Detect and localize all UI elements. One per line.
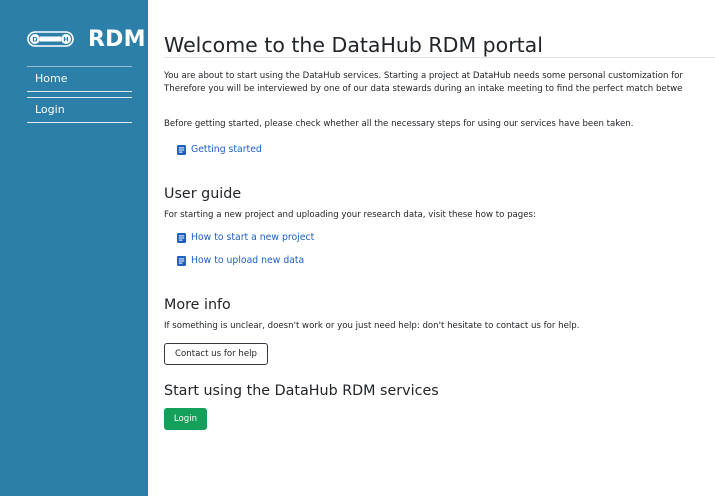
document-icon — [177, 144, 186, 155]
intro-line-2: Therefore you will be interviewed by one… — [164, 84, 683, 94]
how-to-upload-data-link[interactable]: How to upload new data — [177, 255, 304, 266]
getting-started-link[interactable]: Getting started — [177, 144, 262, 155]
how-to-start-project-link-label: How to start a new project — [191, 232, 315, 243]
main-content: Welcome to the DataHub RDM portal You ar… — [164, 0, 715, 496]
sidebar-item-login[interactable]: Login — [27, 97, 132, 123]
title-divider — [164, 57, 715, 58]
user-guide-text: For starting a new project and uploading… — [164, 210, 536, 220]
before-getting-started-text: Before getting started, please check whe… — [164, 119, 634, 129]
getting-started-link-label: Getting started — [191, 144, 262, 155]
sidebar: D H RDM Home Login — [0, 0, 148, 496]
brand[interactable]: D H RDM — [27, 26, 146, 52]
svg-text:H: H — [63, 36, 68, 44]
sidebar-nav: Home Login — [27, 66, 132, 128]
how-to-upload-data-link-label: How to upload new data — [191, 255, 305, 266]
start-using-heading: Start using the DataHub RDM services — [164, 383, 439, 399]
how-to-start-project-link[interactable]: How to start a new project — [177, 232, 314, 243]
datahub-logo-icon: D H — [27, 31, 74, 47]
svg-text:D: D — [32, 36, 38, 44]
more-info-heading: More info — [164, 297, 231, 313]
intro-line-1: You are about to start using the DataHub… — [164, 71, 683, 81]
user-guide-heading: User guide — [164, 186, 242, 202]
sidebar-item-home[interactable]: Home — [27, 66, 132, 92]
login-button[interactable]: Login — [164, 408, 207, 430]
more-info-text: If something is unclear, doesn't work or… — [164, 321, 580, 331]
document-icon — [177, 232, 186, 243]
contact-us-button[interactable]: Contact us for help — [164, 343, 268, 365]
brand-text: RDM — [88, 26, 146, 52]
document-icon — [177, 255, 186, 266]
page-title: Welcome to the DataHub RDM portal — [164, 33, 543, 57]
